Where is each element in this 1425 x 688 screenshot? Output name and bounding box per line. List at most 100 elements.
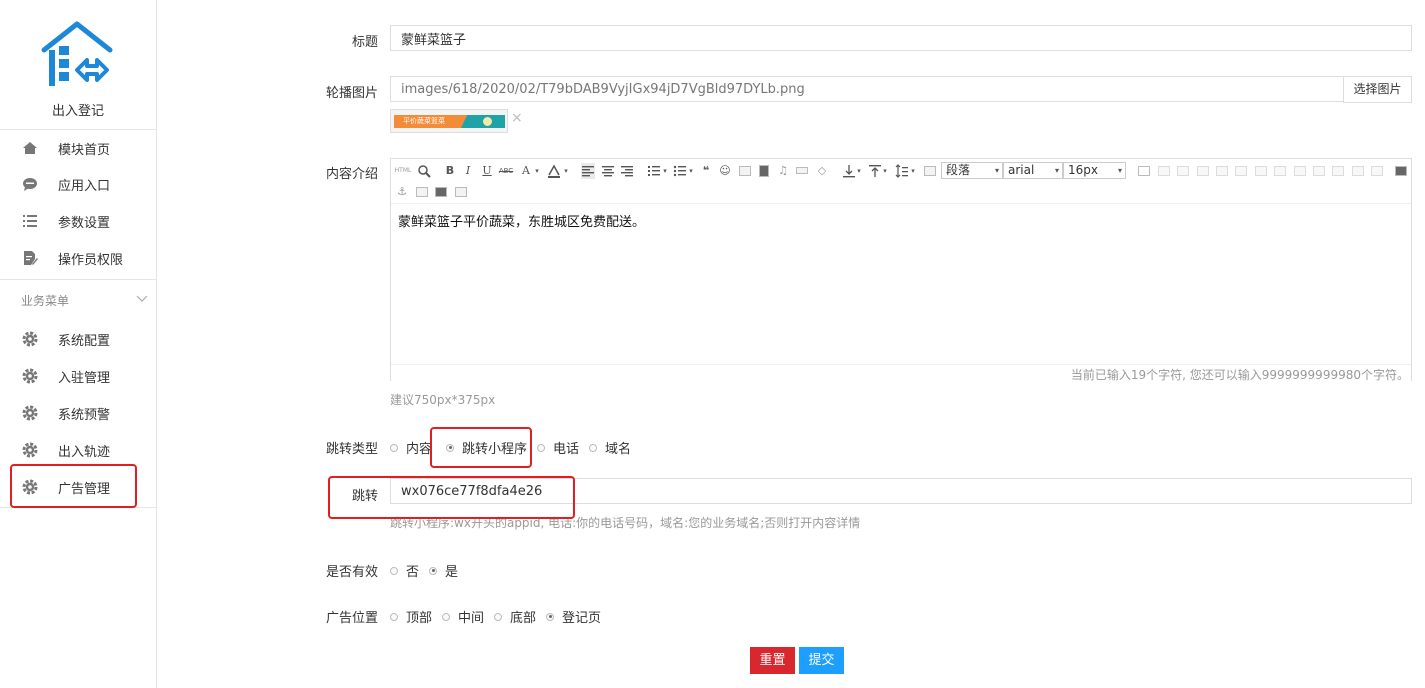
radio-label: 域名 [605, 442, 632, 457]
indent-icon[interactable] [924, 166, 936, 176]
split-columns-icon[interactable] [1371, 166, 1383, 176]
chevron-down-icon[interactable]: ▾ [687, 163, 695, 179]
jump-type-radio-miniprogram[interactable] [446, 443, 455, 452]
sidebar-item-system-config[interactable]: 系统配置 [0, 322, 156, 356]
chevron-down-icon: ▾ [994, 166, 999, 175]
split-rows-icon[interactable] [1352, 166, 1364, 176]
position-radio-bottom[interactable] [494, 612, 503, 621]
chevron-down-icon[interactable]: ▾ [533, 163, 541, 179]
gear-icon [22, 368, 38, 384]
chevron-down-icon[interactable]: ▾ [661, 163, 669, 179]
remove-image-icon[interactable]: × [511, 110, 523, 126]
jump-type-radio-domain[interactable] [589, 443, 598, 452]
blockquote-icon[interactable]: ❝ [700, 163, 712, 179]
thumbnail-text: 平价蔬菜篮菜 [403, 117, 445, 125]
sidebar-item-ad-management[interactable]: 广告管理 [0, 470, 156, 504]
position-radio-register-page[interactable] [546, 612, 555, 621]
position-radio-top[interactable] [390, 612, 398, 621]
jump-type-label: 跳转类型 [325, 442, 378, 457]
strikethrough-button[interactable]: ABC [498, 163, 514, 179]
merge-down-icon[interactable] [1313, 166, 1325, 176]
sidebar-item-tenant-management[interactable]: 入驻管理 [0, 359, 156, 393]
submit-button[interactable]: 提交 [799, 647, 844, 674]
radio-label: 电话 [553, 442, 580, 457]
sidebar-item-parameter-settings[interactable]: 参数设置 [0, 204, 156, 238]
italic-button[interactable]: I [462, 163, 474, 179]
delete-table-icon[interactable] [1158, 166, 1170, 176]
bold-button[interactable]: B [444, 163, 456, 179]
chevron-down-icon[interactable]: ▾ [855, 163, 863, 179]
sidebar-item-app-entry[interactable]: 应用入口 [0, 167, 156, 201]
house-logo-icon [41, 21, 113, 86]
jump-target-input[interactable] [390, 478, 1412, 504]
insert-table-icon[interactable] [1138, 166, 1150, 176]
home-icon [23, 142, 37, 154]
music-icon[interactable]: ♫ [777, 163, 789, 179]
radio-label: 否 [406, 565, 420, 580]
editor-toolbar: HTML B I U ABC A ▾ ▾ ▾ ▾ ❝ ☺ ♫ ◇ ▾ ▾ ▾ 段… [391, 159, 1411, 204]
chevron-down-icon[interactable]: ▾ [909, 163, 917, 179]
line-height-icon[interactable] [842, 163, 856, 179]
link-icon[interactable] [796, 167, 808, 174]
sidebar-item-module-home[interactable]: 模块首页 [0, 131, 156, 165]
align-left-icon[interactable] [581, 163, 595, 179]
sidebar-item-operator-permissions[interactable]: 操作员权限 [0, 241, 156, 275]
sidebar-item-access-track[interactable]: 出入轨迹 [0, 433, 156, 467]
image-size-hint: 建议750px*375px [390, 393, 496, 407]
jump-type-radio-phone[interactable] [537, 443, 546, 452]
font-size-select[interactable]: 16px ▾ [1063, 162, 1126, 179]
delete-column-icon[interactable] [1255, 166, 1267, 176]
preview-icon[interactable] [417, 163, 431, 179]
html-source-button[interactable]: HTML [394, 163, 412, 179]
insert-column-icon[interactable] [1235, 166, 1247, 176]
eraser-icon[interactable]: ◇ [816, 163, 828, 179]
split-cells-icon[interactable] [1332, 166, 1344, 176]
sidebar-divider [0, 279, 156, 280]
font-family-value: arial [1008, 163, 1035, 177]
chevron-down-icon[interactable]: ▾ [881, 163, 889, 179]
sidebar-item-label: 参数设置 [58, 215, 111, 231]
merge-cells-icon[interactable] [1274, 166, 1286, 176]
emoji-icon[interactable]: ☺ [719, 163, 731, 179]
paragraph-format-value: 段落 [946, 163, 971, 177]
copy-format-icon[interactable] [455, 187, 467, 197]
underline-button[interactable]: U [481, 163, 493, 179]
carousel-path-input[interactable] [390, 76, 1344, 102]
print-icon[interactable] [435, 187, 447, 197]
video-icon[interactable] [759, 165, 769, 177]
insert-row-icon[interactable] [1197, 166, 1209, 176]
chevron-down-icon[interactable]: ▾ [562, 163, 570, 179]
row-spacing-icon[interactable] [895, 163, 909, 179]
attachment-icon[interactable] [416, 187, 428, 197]
valid-radio-yes[interactable] [429, 566, 438, 575]
align-right-icon[interactable] [620, 163, 634, 179]
choose-image-button[interactable]: 选择图片 [1343, 76, 1412, 103]
merge-right-icon[interactable] [1294, 166, 1306, 176]
title-input[interactable] [390, 25, 1412, 51]
fullscreen-icon[interactable] [1395, 166, 1407, 176]
radio-label: 中间 [458, 611, 485, 626]
sidebar-item-system-alerts[interactable]: 系统预警 [0, 396, 156, 430]
valid-radio-no[interactable] [390, 566, 398, 575]
align-center-icon[interactable] [601, 163, 615, 179]
ordered-list-icon[interactable] [647, 163, 661, 179]
font-color-button[interactable]: A [520, 163, 532, 179]
sidebar-item-label: 模块首页 [58, 142, 111, 158]
font-family-select[interactable]: arial ▾ [1003, 162, 1063, 179]
jump-type-radio-content[interactable] [390, 443, 398, 452]
gear-icon [22, 331, 38, 347]
radio-label: 登记页 [562, 611, 602, 626]
anchor-icon[interactable]: ⚓ [396, 184, 408, 200]
delete-row-icon[interactable] [1216, 166, 1228, 176]
highlight-color-icon[interactable] [547, 163, 561, 179]
insert-paragraph-before-table-icon[interactable] [1177, 166, 1189, 176]
paragraph-spacing-icon[interactable] [868, 163, 882, 179]
paragraph-format-select[interactable]: 段落 ▾ [941, 162, 1003, 179]
image-icon[interactable] [739, 166, 751, 176]
unordered-list-icon[interactable] [673, 163, 687, 179]
reset-button[interactable]: 重置 [750, 647, 795, 674]
chevron-down-icon[interactable] [136, 292, 148, 304]
font-size-value: 16px [1068, 163, 1098, 177]
editor-content[interactable]: 蒙鲜菜篮子平价蔬菜，东胜城区免费配送。 [398, 211, 645, 230]
position-radio-middle[interactable] [442, 612, 451, 621]
